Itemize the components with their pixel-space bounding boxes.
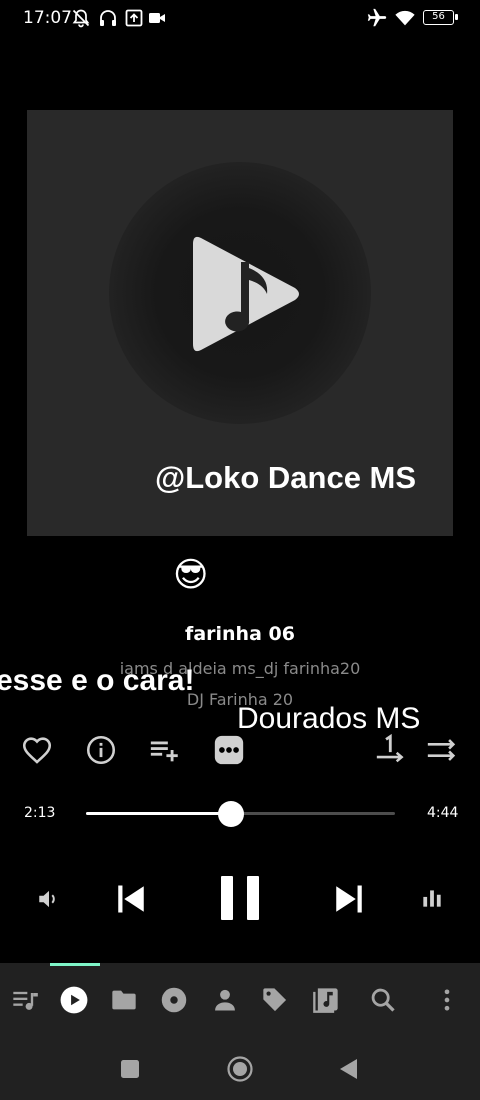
next-icon[interactable] bbox=[331, 881, 367, 917]
overflow-menu-icon[interactable] bbox=[433, 986, 461, 1014]
equalizer-icon[interactable] bbox=[419, 885, 445, 911]
folder-icon[interactable] bbox=[110, 986, 138, 1014]
volume-icon[interactable] bbox=[36, 886, 62, 912]
watermark-text: @Loko Dance MS bbox=[155, 460, 417, 495]
muted-bell-icon bbox=[72, 9, 90, 28]
music-note-play-icon bbox=[193, 236, 299, 352]
back-icon[interactable] bbox=[338, 1057, 360, 1081]
headphones-icon bbox=[100, 10, 116, 26]
battery-level: 56 bbox=[432, 11, 445, 22]
status-time: 17:07 bbox=[23, 8, 72, 28]
repeat-one-icon[interactable] bbox=[374, 733, 408, 767]
now-playing-icon[interactable] bbox=[60, 986, 88, 1014]
pause-icon[interactable] bbox=[216, 872, 264, 924]
playlist-icon[interactable] bbox=[312, 986, 340, 1014]
battery-icon: 56 bbox=[423, 10, 458, 25]
album-art: @Loko Dance MS bbox=[27, 110, 453, 536]
overlay-location: Dourados MS bbox=[237, 702, 421, 735]
queue-icon[interactable] bbox=[11, 986, 39, 1014]
previous-icon[interactable] bbox=[113, 881, 149, 917]
status-bar: 17:07 56 bbox=[0, 0, 480, 36]
recents-icon[interactable] bbox=[119, 1058, 141, 1080]
total-time: 4:44 bbox=[427, 805, 459, 821]
seek-bar-fill bbox=[86, 812, 231, 815]
favorite-icon[interactable] bbox=[20, 733, 54, 767]
elapsed-time: 2:13 bbox=[24, 805, 56, 821]
album-icon[interactable] bbox=[160, 986, 188, 1014]
shuffle-icon[interactable] bbox=[425, 733, 459, 767]
active-tab-indicator bbox=[50, 963, 100, 966]
seek-bar[interactable] bbox=[86, 801, 395, 827]
info-icon[interactable] bbox=[84, 733, 118, 767]
video-camera-icon bbox=[149, 13, 165, 23]
overlay-caption: esse e o cara! bbox=[0, 664, 195, 697]
more-options-icon[interactable] bbox=[212, 733, 246, 767]
wifi-icon bbox=[395, 10, 415, 26]
home-icon[interactable] bbox=[226, 1055, 254, 1083]
upload-icon bbox=[125, 9, 143, 27]
airplane-mode-icon bbox=[367, 8, 387, 27]
sunglasses-emoji: 😎 bbox=[173, 555, 209, 595]
tag-icon[interactable] bbox=[261, 986, 289, 1014]
add-to-playlist-icon[interactable] bbox=[148, 733, 182, 767]
search-icon[interactable] bbox=[369, 986, 397, 1014]
track-title: farinha 06 bbox=[185, 623, 295, 645]
artist-icon[interactable] bbox=[211, 986, 239, 1014]
seek-bar-thumb[interactable] bbox=[217, 801, 244, 827]
